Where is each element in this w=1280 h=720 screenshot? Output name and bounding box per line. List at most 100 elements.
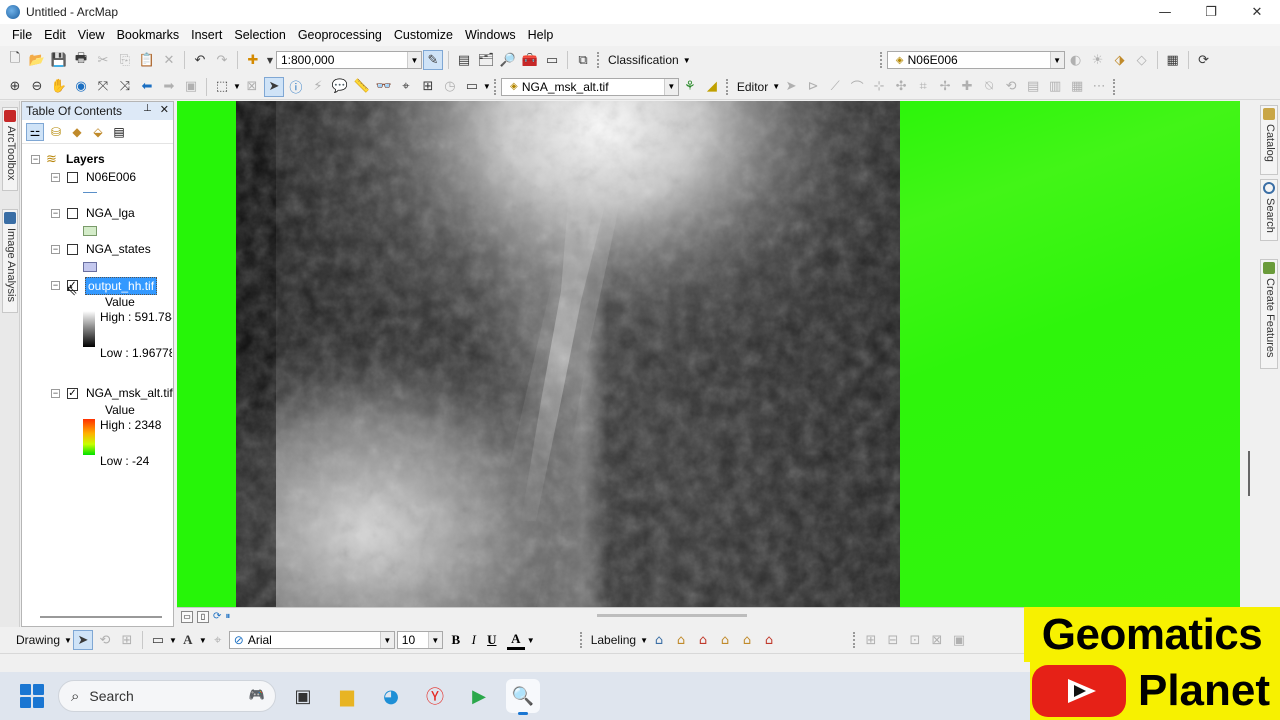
list-by-source-icon[interactable]: ⛁ bbox=[47, 123, 65, 141]
chevron-down-icon[interactable]: ▼ bbox=[199, 636, 207, 645]
chevron-down-icon[interactable]: ▼ bbox=[772, 82, 780, 91]
python-window-icon[interactable]: ▭ bbox=[542, 50, 562, 70]
undo-icon[interactable]: ↶ bbox=[190, 50, 210, 70]
font-size-combo[interactable]: 10 ▼ bbox=[396, 631, 443, 649]
save-icon[interactable]: 💾 bbox=[49, 50, 69, 70]
map-display[interactable] bbox=[177, 101, 1240, 607]
back-extent-icon[interactable]: ⬅ bbox=[137, 77, 157, 97]
yandex-browser-icon[interactable]: Ⓨ bbox=[418, 679, 452, 713]
pause-labeling-icon[interactable]: ⌂ bbox=[693, 630, 713, 650]
file-explorer-icon[interactable]: ▆ bbox=[330, 679, 364, 713]
image-analysis-tab[interactable]: Image Analysis bbox=[2, 209, 18, 313]
restore-button[interactable]: ❐ bbox=[1188, 0, 1234, 24]
find-binoculars-icon[interactable]: 👓 bbox=[374, 77, 394, 97]
profile-graph-icon[interactable]: ◢ bbox=[702, 77, 722, 97]
menu-geoprocessing[interactable]: Geoprocessing bbox=[292, 28, 388, 42]
delete-icon[interactable]: ✕ bbox=[159, 50, 179, 70]
align-icon[interactable]: ⊡ bbox=[905, 630, 925, 650]
layers-root-label[interactable]: Layers bbox=[66, 152, 105, 166]
sketch-properties-icon[interactable]: ▥ bbox=[1045, 77, 1065, 97]
cut-polygons-icon[interactable]: ✚ bbox=[957, 77, 977, 97]
taskbar-search-box[interactable]: ⌕ Search 🎮 bbox=[58, 680, 276, 712]
menu-windows[interactable]: Windows bbox=[459, 28, 522, 42]
order-icon[interactable]: ▣ bbox=[949, 630, 969, 650]
open-folder-icon[interactable]: 📂 bbox=[27, 50, 47, 70]
italic-button[interactable]: I bbox=[465, 632, 483, 648]
layer-name-output-hh[interactable]: output_hh.tif bbox=[85, 277, 158, 295]
collapse-layer-icon[interactable]: − bbox=[51, 209, 60, 218]
identify-icon[interactable]: ⓘ bbox=[286, 77, 306, 97]
labeling-dropdown[interactable]: Labeling bbox=[587, 633, 640, 647]
split-tool-icon[interactable]: ⍉ bbox=[979, 77, 999, 97]
layer-visibility-checkbox[interactable] bbox=[67, 244, 78, 255]
histogram-icon[interactable]: ⚘ bbox=[680, 77, 700, 97]
menu-view[interactable]: View bbox=[72, 28, 111, 42]
editor-dropdown[interactable]: Editor bbox=[733, 80, 772, 94]
list-by-visibility-icon[interactable]: ◆ bbox=[68, 123, 86, 141]
chevron-down-icon[interactable]: ▼ bbox=[64, 636, 72, 645]
layer-name-nga-states[interactable]: NGA_states bbox=[86, 242, 151, 256]
new-document-icon[interactable]: 🗋 bbox=[5, 50, 25, 70]
bold-button[interactable]: B bbox=[447, 632, 465, 648]
brightness-icon[interactable]: ☀ bbox=[1088, 50, 1108, 70]
classification-dropdown[interactable]: Classification bbox=[604, 53, 683, 67]
chevron-down-icon[interactable]: ▼ bbox=[1049, 52, 1064, 68]
close-button[interactable]: ✕ bbox=[1234, 0, 1280, 24]
rotate-tool-icon[interactable]: ⟲ bbox=[1001, 77, 1021, 97]
toc-horizontal-scrollbar[interactable] bbox=[40, 616, 162, 618]
view-unplaced-labels-icon[interactable]: ⌂ bbox=[715, 630, 735, 650]
label-priority-icon[interactable]: ⌂ bbox=[737, 630, 757, 650]
catalog-window-icon[interactable]: 🗂 bbox=[476, 50, 496, 70]
chevron-down-icon[interactable]: ▼ bbox=[407, 52, 421, 68]
swipe-icon[interactable]: ◇ bbox=[1132, 50, 1152, 70]
clear-selection-icon[interactable]: ⊠ bbox=[242, 77, 262, 97]
straight-segment-icon[interactable]: ⟋ bbox=[825, 77, 845, 97]
chevron-down-icon[interactable]: ▼ bbox=[169, 636, 177, 645]
close-icon[interactable]: ✕ bbox=[160, 103, 169, 116]
font-color-button[interactable]: A bbox=[506, 631, 525, 650]
measure-icon[interactable]: 📏 bbox=[352, 77, 372, 97]
point-icon[interactable]: ✣ bbox=[891, 77, 911, 97]
menu-insert[interactable]: Insert bbox=[185, 28, 228, 42]
trace-icon[interactable]: ⊹ bbox=[869, 77, 889, 97]
arcmap-taskbar-icon[interactable]: 🔍 bbox=[506, 679, 540, 715]
add-data-dropdown-icon[interactable]: ▼ bbox=[265, 50, 275, 70]
chevron-down-icon[interactable]: ▼ bbox=[683, 56, 691, 65]
font-name-combo[interactable]: ⊘ Arial ▼ bbox=[228, 631, 395, 649]
go-to-xy-icon[interactable]: ⊞ bbox=[418, 77, 438, 97]
print-icon[interactable]: 🖶 bbox=[71, 50, 91, 70]
layout-view-icon[interactable]: ▯ bbox=[197, 610, 209, 623]
layer-visibility-checkbox[interactable] bbox=[67, 208, 78, 219]
fixed-zoom-out-icon[interactable]: ⤨ bbox=[115, 77, 135, 97]
georef-table-icon[interactable]: ▦ bbox=[1163, 50, 1183, 70]
target-layer-combo[interactable]: ◈ NGA_msk_alt.tif ▼ bbox=[500, 77, 679, 96]
map-horizontal-scrollbar[interactable] bbox=[597, 614, 747, 617]
select-features-icon[interactable]: ▣ bbox=[181, 77, 201, 97]
chevron-down-icon[interactable]: ▼ bbox=[233, 82, 241, 91]
menu-selection[interactable]: Selection bbox=[228, 28, 291, 42]
menu-file[interactable]: File bbox=[6, 28, 38, 42]
map-vertical-scrollbar[interactable] bbox=[1248, 451, 1250, 496]
transparency-icon[interactable]: ⬗ bbox=[1110, 50, 1130, 70]
edit-tool-icon[interactable]: ➤ bbox=[781, 77, 801, 97]
chevron-down-icon[interactable]: ▼ bbox=[427, 632, 442, 648]
rectangle-icon[interactable]: ▭ bbox=[148, 630, 168, 650]
create-features-tab[interactable]: Create Features bbox=[1260, 259, 1278, 369]
zoom-to-elements-icon[interactable]: ⊞ bbox=[117, 630, 137, 650]
redo-icon[interactable]: ↷ bbox=[212, 50, 232, 70]
zoom-in-icon[interactable]: ⊕ bbox=[5, 77, 25, 97]
create-features-icon[interactable]: ▦ bbox=[1067, 77, 1087, 97]
edit-vertices-icon[interactable]: ⌖ bbox=[208, 630, 228, 650]
time-slider-icon[interactable]: ◷ bbox=[440, 77, 460, 97]
rotate-icon[interactable]: ⟳ bbox=[1194, 50, 1214, 70]
full-extent-globe-icon[interactable]: ◉ bbox=[71, 77, 91, 97]
forward-extent-icon[interactable]: ➡ bbox=[159, 77, 179, 97]
search-tab[interactable]: Search bbox=[1260, 179, 1278, 241]
toc-window-icon[interactable]: ▤ bbox=[454, 50, 474, 70]
hyperlink-icon[interactable]: ⚡ bbox=[308, 77, 328, 97]
collapse-layer-icon[interactable]: − bbox=[51, 389, 60, 398]
edge-browser-icon[interactable]: ◕ bbox=[374, 679, 408, 713]
reshape-icon[interactable]: ✢ bbox=[935, 77, 955, 97]
html-popup-icon[interactable]: 💬 bbox=[330, 77, 350, 97]
pause-drawing-icon[interactable]: ⏸ bbox=[225, 611, 230, 622]
